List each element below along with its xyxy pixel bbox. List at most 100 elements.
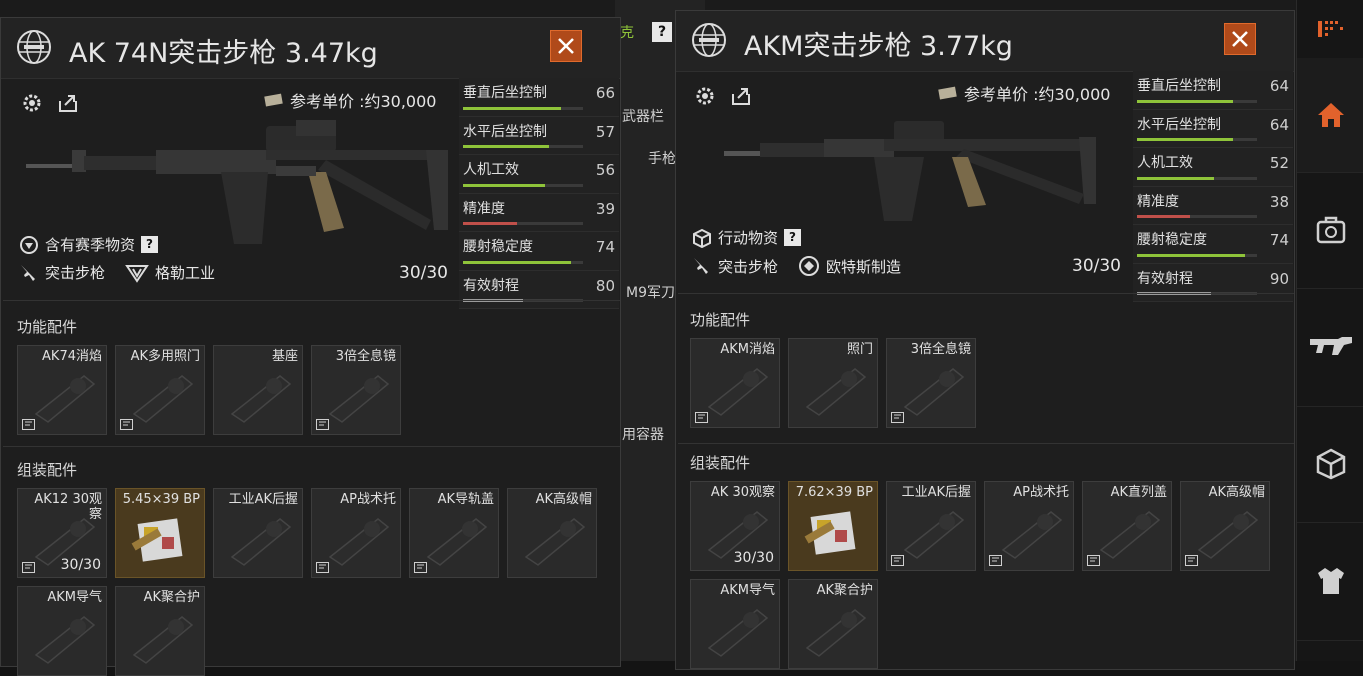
inventory-icon: [1317, 21, 1343, 37]
reference-price-text: 参考单价 :约30,000: [964, 85, 1111, 104]
attachment-slot[interactable]: AP战术托: [984, 481, 1074, 571]
stat-row: 精准度 39: [459, 193, 619, 232]
attachment-slot[interactable]: AK高级帽: [507, 488, 597, 578]
attachment-slot[interactable]: AK聚合护: [115, 586, 205, 676]
manufacturer-logo-icon: [799, 256, 820, 276]
attachment-slot[interactable]: 3倍全息镜: [311, 345, 401, 435]
section-divider: [3, 446, 620, 447]
attachment-name: AK多用照门: [130, 349, 200, 364]
rail-item-gear[interactable]: [1297, 522, 1363, 641]
attachment-image: [1197, 511, 1259, 559]
attachment-name: AK高级帽: [1208, 485, 1265, 500]
attachment-count: 30/30: [733, 550, 774, 566]
stat-bar-fill: [1137, 215, 1190, 218]
rail-item-medical[interactable]: [1297, 172, 1363, 289]
reference-price-text: 参考单价 :约30,000: [290, 92, 437, 111]
side-nav-rail: [1296, 0, 1363, 661]
attachment-name: AKM消焰: [720, 342, 775, 357]
attachment-slot[interactable]: 5.45×39 BP: [115, 488, 205, 578]
attachment-slot[interactable]: 7.62×39 BP: [788, 481, 878, 571]
attachment-name: AP战术托: [340, 492, 396, 507]
stat-value: 66: [595, 84, 615, 102]
share-icon: [59, 95, 77, 112]
supply-tag-icon: [891, 555, 904, 566]
stat-bar-fill: [463, 222, 517, 225]
manufacturer-logo-icon: [125, 264, 149, 283]
share-button[interactable]: [55, 90, 81, 116]
attachment-image: [328, 375, 390, 423]
attachment-slot[interactable]: AK聚合护: [788, 579, 878, 669]
season-supply-label: 含有赛季物资: [45, 236, 136, 254]
attachment-slot[interactable]: AK74消焰: [17, 345, 107, 435]
share-icon: [732, 88, 750, 105]
modify-button[interactable]: [19, 90, 45, 116]
attachment-slot[interactable]: AK直列盖: [1082, 481, 1172, 571]
attachment-slot[interactable]: 基座: [213, 345, 303, 435]
attachment-slot[interactable]: AKM导气: [690, 579, 780, 669]
section-divider: [678, 443, 1294, 444]
supply-tag-icon: [1185, 555, 1198, 566]
gear-wrench-icon: [696, 87, 714, 105]
modify-button[interactable]: [692, 83, 718, 109]
share-button[interactable]: [728, 83, 754, 109]
attachment-name: 照门: [846, 342, 873, 357]
rail-item-weapons[interactable]: [1297, 288, 1363, 407]
supply-tag-icon: [120, 419, 133, 430]
attachment-slot[interactable]: AKM消焰: [690, 338, 780, 428]
stat-bar-fill: [463, 145, 549, 148]
attachment-image: [805, 609, 867, 657]
attachment-slot[interactable]: AK12 30观察 30/30: [17, 488, 107, 578]
attachment-slot[interactable]: 工业AK后握: [886, 481, 976, 571]
attachment-slot[interactable]: 工业AK后握: [213, 488, 303, 578]
help-icon[interactable]: ?: [784, 229, 802, 246]
stat-row: 腰射稳定度 74: [459, 232, 619, 271]
attachment-name: AK高级帽: [535, 492, 592, 507]
stat-bar-fill: [1137, 176, 1214, 180]
background-help-icon[interactable]: ?: [652, 22, 672, 42]
supply-tag-icon: [695, 412, 708, 423]
supply-box-icon: [693, 228, 711, 248]
attachment-slot[interactable]: AP战术托: [311, 488, 401, 578]
attachment-slot[interactable]: AK导轨盖: [409, 488, 499, 578]
section-divider: [678, 293, 1294, 294]
stat-row: 水平后坐控制 57: [459, 116, 619, 155]
akm-rifle-image: [724, 121, 1096, 221]
rail-item-supplies[interactable]: [1297, 406, 1363, 523]
attachment-slot[interactable]: AK高级帽: [1180, 481, 1270, 571]
globe-emblem-icon: [17, 30, 51, 64]
stat-value: 56: [595, 161, 615, 179]
stat-value: 90: [1269, 269, 1289, 288]
help-icon[interactable]: ?: [141, 236, 159, 253]
stat-label: 水平后坐控制: [1137, 116, 1221, 133]
attachment-slot[interactable]: 3倍全息镜: [886, 338, 976, 428]
background-text-fragment: 武器栏: [622, 109, 664, 125]
rail-item-inventory[interactable]: [1297, 0, 1363, 59]
stat-row: 人机工效 56: [459, 155, 619, 194]
attachment-image: [426, 518, 488, 566]
stat-row: 有效射程 90: [1133, 263, 1293, 302]
close-button[interactable]: [1224, 23, 1256, 55]
reference-price: 参考单价 :约30,000: [938, 81, 1110, 105]
attachment-slot[interactable]: 照门: [788, 338, 878, 428]
attachment-image: [524, 518, 586, 566]
stat-label: 腰射稳定度: [463, 239, 533, 255]
action-supply-tag: 行动物资 ?: [692, 227, 802, 248]
close-icon: [1232, 31, 1248, 47]
rail-item-home[interactable]: [1297, 58, 1363, 173]
attachment-slot[interactable]: AKM导气: [17, 586, 107, 676]
ammo-count: 30/30: [399, 263, 448, 283]
attachment-name: 3倍全息镜: [335, 349, 396, 364]
attachment-slot[interactable]: AK 30观察 30/30: [690, 481, 780, 571]
supply-tag-icon: [414, 562, 427, 573]
panel-header: AK 74N突击步枪 3.47kg: [1, 18, 620, 79]
panel-title: AK 74N突击步枪 3.47kg: [69, 38, 378, 69]
attachment-slot[interactable]: AK多用照门: [115, 345, 205, 435]
stat-value: 39: [595, 199, 615, 218]
stat-value: 64: [1269, 115, 1289, 134]
assault-rifle-type-icon: [694, 258, 708, 274]
attachment-name: AK74消焰: [42, 349, 102, 364]
stat-label: 精准度: [463, 200, 505, 217]
attachment-name: 基座: [271, 349, 298, 364]
stat-value: 74: [595, 238, 615, 256]
close-button[interactable]: [550, 30, 582, 62]
